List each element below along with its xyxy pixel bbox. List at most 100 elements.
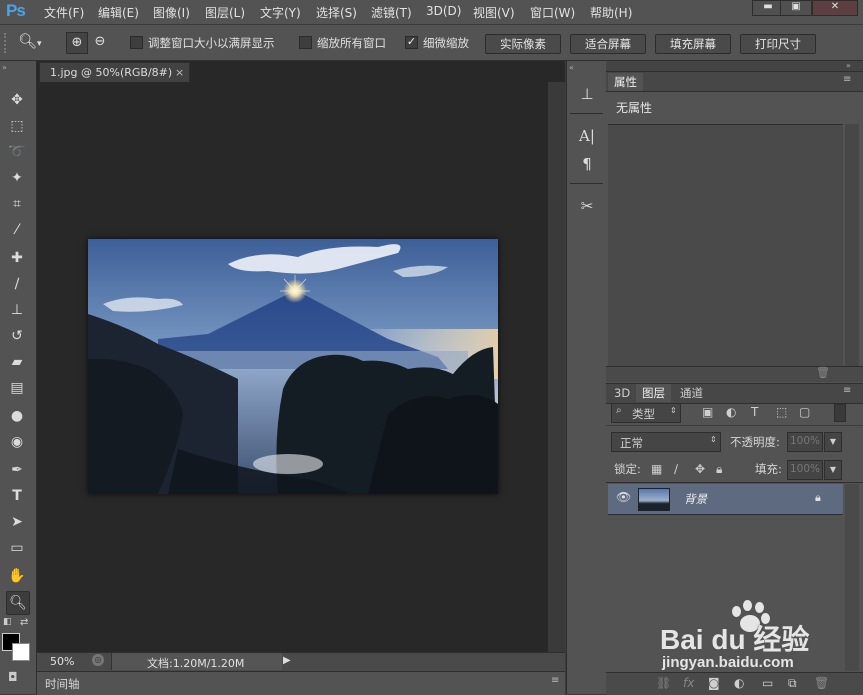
- menu-select[interactable]: 选择(S): [316, 4, 357, 21]
- menu-view[interactable]: 视图(V): [473, 4, 515, 21]
- crop-tool-icon[interactable]: ⌗: [6, 193, 28, 215]
- clone-source-icon[interactable]: ⊥: [576, 83, 598, 105]
- delete-layer-icon[interactable]: 🗑︎: [814, 676, 829, 690]
- scrubby-zoom-checkbox[interactable]: ✓: [405, 36, 418, 49]
- menu-edit[interactable]: 编辑(E): [98, 4, 139, 21]
- character-panel-icon[interactable]: A|: [576, 125, 598, 147]
- layers-menu-icon[interactable]: ≡: [843, 385, 851, 396]
- opacity-arrow-icon[interactable]: ▼: [824, 432, 842, 452]
- type-tool-icon[interactable]: T: [6, 485, 28, 507]
- tool-presets-icon[interactable]: ✂: [576, 195, 598, 217]
- tab-3d[interactable]: 3D: [608, 384, 636, 402]
- document-tab[interactable]: 1.jpg @ 50%(RGB/8#) ×: [39, 62, 190, 82]
- default-colors-icon[interactable]: ◧: [3, 617, 12, 627]
- status-menu-icon[interactable]: ◎: [92, 654, 104, 666]
- zoom-all-checkbox[interactable]: [299, 36, 312, 49]
- expand-icon[interactable]: «: [569, 63, 574, 72]
- eraser-tool-icon[interactable]: ▰: [6, 351, 28, 373]
- link-layers-icon[interactable]: ⛓︎: [656, 676, 671, 690]
- filter-toggle[interactable]: [834, 404, 846, 422]
- shape-filter-icon[interactable]: ⬚: [776, 405, 787, 419]
- background-color-swatch[interactable]: [12, 643, 30, 661]
- vertical-scrollbar[interactable]: [548, 82, 565, 652]
- quick-mask-icon[interactable]: ◘: [8, 670, 18, 684]
- actual-pixels-button[interactable]: 实际像素: [485, 34, 561, 54]
- gradient-tool-icon[interactable]: ▤: [6, 377, 28, 399]
- healing-brush-tool-icon[interactable]: ✚: [6, 247, 28, 269]
- tab-channels[interactable]: 通道: [674, 384, 709, 402]
- smart-object-filter-icon[interactable]: ▢: [799, 405, 810, 419]
- zoom-level[interactable]: 50%: [50, 655, 74, 668]
- menu-3d[interactable]: 3D(D): [426, 4, 461, 18]
- document-image[interactable]: [88, 239, 498, 494]
- pixel-layer-filter-icon[interactable]: ▣: [702, 405, 713, 419]
- layer-name[interactable]: 背景: [684, 491, 707, 507]
- adjustment-filter-icon[interactable]: ◐: [726, 405, 736, 419]
- clone-stamp-tool-icon[interactable]: ⊥: [6, 299, 28, 321]
- timeline-tab[interactable]: 时间轴: [45, 676, 80, 692]
- layer-row-background[interactable]: 👁︎ 背景 🔒︎: [608, 484, 843, 515]
- maximize-button[interactable]: ▣: [780, 0, 812, 16]
- lock-all-icon[interactable]: 🔒︎: [716, 462, 722, 477]
- menu-filter[interactable]: 滤镜(T): [371, 4, 412, 21]
- menu-image[interactable]: 图像(I): [153, 4, 190, 21]
- resize-windows-checkbox[interactable]: [130, 36, 143, 49]
- opacity-input[interactable]: 100%: [787, 432, 823, 452]
- swap-colors-icon[interactable]: ⇄: [20, 617, 28, 628]
- type-filter-icon[interactable]: T: [751, 405, 758, 419]
- add-mask-icon[interactable]: ◙: [708, 676, 720, 690]
- dropdown-arrow-icon: ⇕: [710, 435, 717, 444]
- status-bar: 50% ◎ 文档:1.20M/1.20M ▶: [37, 652, 565, 671]
- filter-type-dropdown[interactable]: ⌕ 类型 ⇕: [611, 403, 681, 423]
- fill-input[interactable]: 100%: [787, 460, 823, 480]
- properties-menu-icon[interactable]: ≡: [843, 74, 851, 85]
- pen-tool-icon[interactable]: ✒: [6, 459, 28, 481]
- brush-tool-icon[interactable]: ∕: [6, 273, 28, 295]
- rectangle-tool-icon[interactable]: ▭: [6, 537, 28, 559]
- new-layer-icon[interactable]: ⧉: [788, 676, 797, 691]
- zoom-tool-preset-icon[interactable]: 🔍︎▾: [18, 32, 52, 52]
- fill-arrow-icon[interactable]: ▼: [824, 460, 842, 480]
- dock-collapse-icon[interactable]: »: [846, 61, 851, 70]
- properties-delete-icon[interactable]: 🗑︎: [816, 366, 830, 379]
- lock-label: 锁定:: [614, 462, 641, 476]
- menu-window[interactable]: 窗口(W): [530, 4, 575, 21]
- move-tool-icon[interactable]: ✥: [6, 89, 28, 111]
- layer-style-icon[interactable]: fx: [683, 676, 694, 690]
- status-arrow-icon[interactable]: ▶: [283, 655, 291, 666]
- new-group-icon[interactable]: ▭: [762, 676, 773, 690]
- history-brush-tool-icon[interactable]: ↺: [6, 325, 28, 347]
- new-adjustment-icon[interactable]: ◐: [734, 676, 744, 690]
- lock-position-icon[interactable]: ✥: [695, 462, 705, 476]
- visibility-eye-icon[interactable]: 👁︎: [616, 490, 631, 504]
- collapse-icon[interactable]: »: [2, 63, 7, 72]
- close-button[interactable]: ✕: [812, 0, 858, 16]
- dodge-tool-icon[interactable]: ◉: [6, 431, 28, 453]
- zoom-in-icon[interactable]: ⊕: [66, 32, 88, 54]
- menu-help[interactable]: 帮助(H): [590, 4, 632, 21]
- properties-tab[interactable]: 属性: [608, 73, 643, 91]
- menu-layer[interactable]: 图层(L): [205, 4, 245, 21]
- blend-mode-dropdown[interactable]: 正常 ⇕: [611, 432, 721, 452]
- zoom-out-icon[interactable]: ⊖: [90, 32, 110, 52]
- eyedropper-tool-icon[interactable]: ⁄: [6, 219, 28, 241]
- menu-type[interactable]: 文字(Y): [260, 4, 301, 21]
- menu-file[interactable]: 文件(F): [44, 4, 84, 21]
- hand-tool-icon[interactable]: ✋: [6, 565, 28, 587]
- properties-scrollbar[interactable]: [845, 124, 859, 366]
- tab-layers[interactable]: 图层: [636, 384, 671, 402]
- path-selection-tool-icon[interactable]: ➤: [6, 511, 28, 533]
- timeline-menu-icon[interactable]: ≡: [551, 675, 559, 686]
- paragraph-panel-icon[interactable]: ¶: [576, 153, 598, 175]
- print-size-button[interactable]: 打印尺寸: [740, 34, 816, 54]
- fill-screen-button[interactable]: 填充屏幕: [655, 34, 731, 54]
- close-tab-icon[interactable]: ×: [175, 63, 184, 82]
- zoom-tool-icon[interactable]: 🔍︎: [6, 591, 30, 615]
- blur-tool-icon[interactable]: ●: [6, 405, 28, 427]
- lock-image-icon[interactable]: ∕: [674, 462, 678, 476]
- magic-wand-tool-icon[interactable]: ✦: [6, 167, 28, 189]
- lock-transparent-icon[interactable]: ▦: [651, 462, 662, 476]
- fit-screen-button[interactable]: 适合屏幕: [570, 34, 646, 54]
- lasso-tool-icon[interactable]: ➰: [6, 141, 28, 163]
- marquee-tool-icon[interactable]: ⬚: [6, 115, 28, 137]
